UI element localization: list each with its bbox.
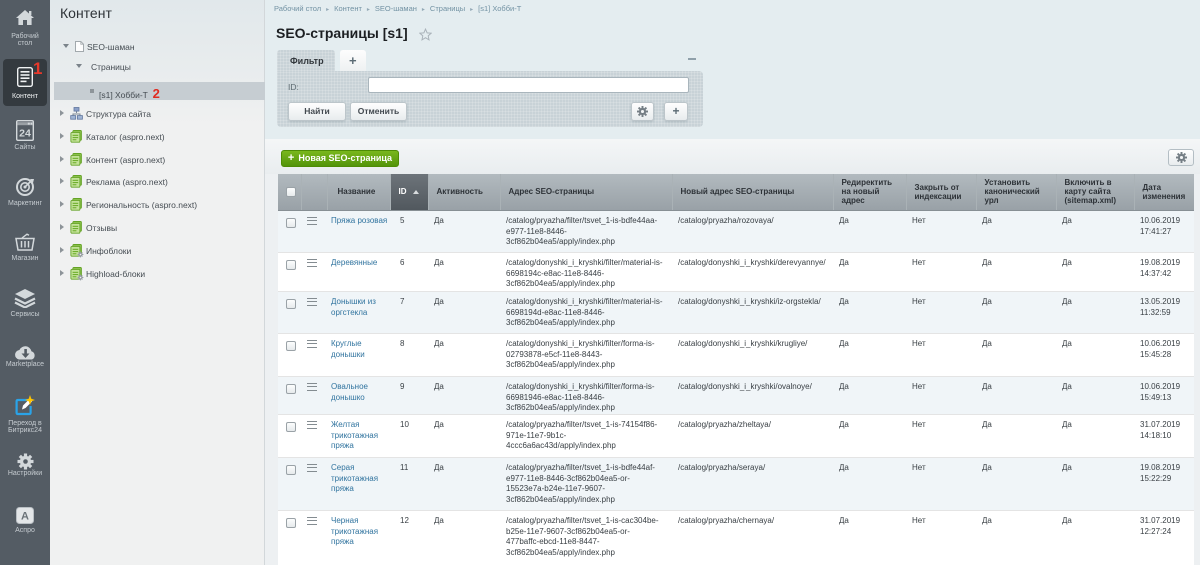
svg-text:24: 24 (19, 128, 31, 140)
svg-text:A: A (21, 511, 29, 523)
